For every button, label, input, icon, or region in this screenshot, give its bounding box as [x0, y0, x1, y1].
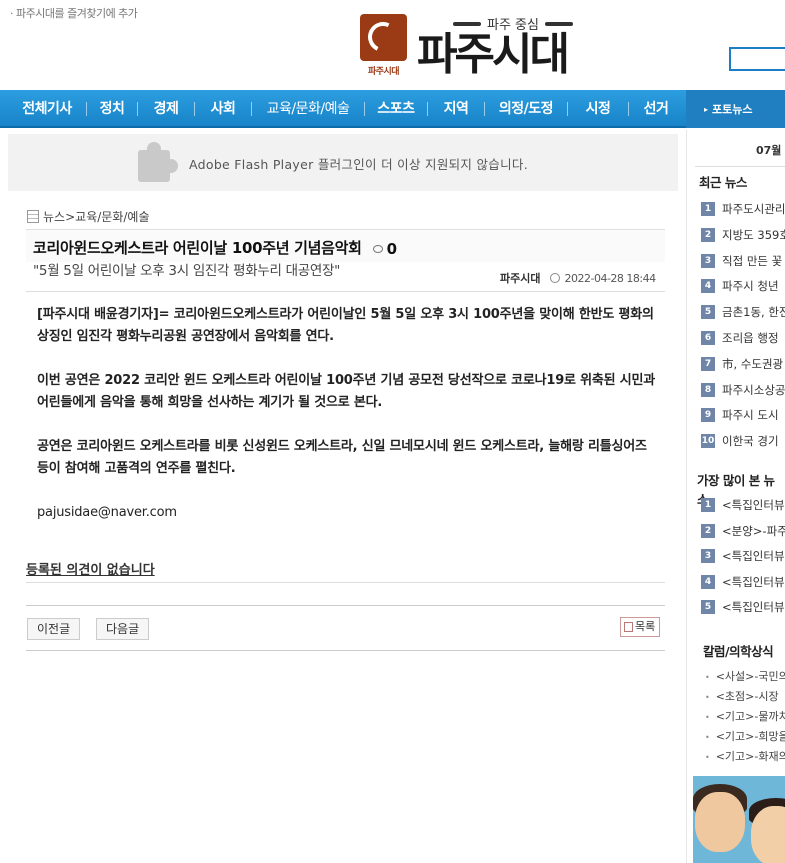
article-subtitle: "5월 5일 어린이날 오후 3시 임진각 평화누리 대공연장": [33, 263, 341, 279]
site-header: · 파주시대를 즐겨찾기에 추가 파주시대 파주 중심 파주시대: [0, 0, 785, 90]
nav-item[interactable]: 지역: [428, 101, 484, 117]
divider: [26, 650, 665, 651]
popular-news-item[interactable]: 2 <분양>-파주: [701, 523, 785, 539]
list-icon: [624, 622, 633, 632]
nav-item[interactable]: 선거: [629, 101, 683, 117]
main-nav: 전체기사 정치 경제 사회 교육/문화/예술 스포츠 지역 의정/도정 시정 선거 ▸ 포토뉴스: [0, 90, 785, 128]
document-icon: [27, 210, 39, 223]
popular-news-item[interactable]: 1 <특집인터뷰: [701, 497, 785, 513]
nav-item[interactable]: 사회: [195, 101, 251, 117]
breadcrumb-root[interactable]: 뉴스: [43, 208, 65, 225]
photo-banner[interactable]: [693, 776, 785, 863]
nav-item[interactable]: 전체기사: [8, 101, 86, 117]
breadcrumb: 뉴스 > 교육/문화/예술: [27, 208, 149, 225]
article-body: [파주시대 배윤경기자]= 코리아윈드오케스트라가 어린이날인 5월 5일 오후…: [37, 304, 657, 546]
breadcrumb-section[interactable]: 교육/문화/예술: [75, 208, 149, 225]
nav-item[interactable]: 교육/문화/예술: [263, 101, 353, 117]
article-title-bar: 코리아윈드오케스트라 어린이날 100주년 기념음악회 0: [26, 229, 665, 262]
column-item[interactable]: • <초점>-시장: [705, 688, 785, 704]
recent-news-item[interactable]: 6 조리읍 행정: [701, 330, 785, 346]
plugin-puzzle-icon: [130, 140, 180, 186]
prev-article-button[interactable]: 이전글: [27, 618, 81, 640]
column-item[interactable]: • <사설>-국민의: [705, 668, 785, 684]
nav-item[interactable]: 경제: [138, 101, 194, 117]
clock-icon: [550, 273, 561, 283]
nav-item[interactable]: 스포츠: [365, 101, 427, 117]
site-logo[interactable]: 파주시대 파주 중심 파주시대: [360, 14, 579, 77]
article-paragraph: [파주시대 배윤경기자]= 코리아윈드오케스트라가 어린이날인 5월 5일 오후…: [37, 307, 654, 344]
article-title: 코리아윈드오케스트라 어린이날 100주년 기념음악회 0: [33, 239, 397, 258]
divider: [26, 291, 665, 292]
recent-news-item[interactable]: 4 파주시 청년: [701, 278, 785, 294]
recent-news-item[interactable]: 8 파주시소상공: [701, 382, 785, 398]
logo-sub: 파주시대: [367, 67, 400, 77]
logo-emblem-icon: 파주시대: [360, 14, 407, 77]
recent-news-item[interactable]: 1 파주도시관리: [701, 201, 785, 217]
recent-news-item[interactable]: 10 이한국 경기: [701, 433, 785, 449]
list-button[interactable]: 목록: [620, 617, 661, 637]
popular-news-item[interactable]: 4 <특집인터뷰: [701, 574, 785, 590]
reporter-email: pajusidae@naver.com: [37, 505, 177, 520]
search-input[interactable]: [729, 47, 785, 71]
flash-message: Adobe Flash Player 플러그인이 더 이상 지원되지 않습니다.: [189, 157, 528, 172]
no-comments-text: 등록된 의견이 없습니다: [26, 563, 155, 578]
recent-news-item[interactable]: 9 파주시 도시: [701, 407, 785, 423]
column-item[interactable]: • <기고>-화재의: [705, 748, 785, 764]
calendar-month: 07월: [756, 144, 782, 157]
comment-count[interactable]: 0: [372, 240, 397, 258]
article-datetime: 2022-04-28 18:44: [564, 271, 656, 285]
bookmark-link[interactable]: · 파주시대를 즐겨찾기에 추가: [10, 5, 138, 21]
logo-name: 파주시대: [417, 29, 570, 80]
nav-item[interactable]: 의정/도정: [485, 101, 567, 117]
popular-news-item[interactable]: 5 <특집인터뷰: [701, 599, 785, 615]
recent-news-title: 최근 뉴스: [699, 175, 747, 190]
divider: [26, 582, 665, 583]
recent-news-item[interactable]: 5 금촌1동, 한전: [701, 304, 785, 320]
column-item[interactable]: • <기고>-물까치: [705, 708, 785, 724]
next-article-button[interactable]: 다음글: [96, 618, 150, 640]
flash-notice: Adobe Flash Player 플러그인이 더 이상 지원되지 않습니다.: [8, 134, 678, 191]
column-title: 칼럼/의학상식: [703, 644, 774, 659]
column-item[interactable]: • <기고>-희망을: [705, 728, 785, 744]
popular-news-item[interactable]: 3 <특집인터뷰: [701, 548, 785, 564]
recent-news-item[interactable]: 2 지방도 359호: [701, 227, 785, 243]
divider: [26, 605, 665, 606]
article-meta: 파주시대 2022-04-28 18:44: [500, 270, 656, 286]
article-paragraph: 공연은 코리아윈드 오케스트라를 비롯 신성윈드 오케스트라, 신일 므네모시네…: [37, 439, 647, 476]
nav-item[interactable]: 시정: [568, 101, 628, 117]
nav-photo-news[interactable]: ▸ 포토뉴스: [686, 90, 785, 128]
breadcrumb-sep: >: [65, 209, 76, 224]
speech-bubble-icon: [372, 245, 383, 253]
article-paragraph: 이번 공연은 2022 코리안 윈드 오케스트라 어린이날 100주년 기념 공…: [37, 373, 656, 410]
nav-item[interactable]: 정치: [87, 101, 137, 117]
article-source: 파주시대: [500, 272, 541, 285]
sidebar: 07월 최근 뉴스 1 파주도시관리 2 지방도 359호 3 직접 만든 꽃 4 파주시 청…: [686, 130, 785, 863]
recent-news-item[interactable]: 7 市, 수도권광: [701, 356, 785, 372]
recent-news-item[interactable]: 3 직접 만든 꽃: [701, 253, 785, 269]
